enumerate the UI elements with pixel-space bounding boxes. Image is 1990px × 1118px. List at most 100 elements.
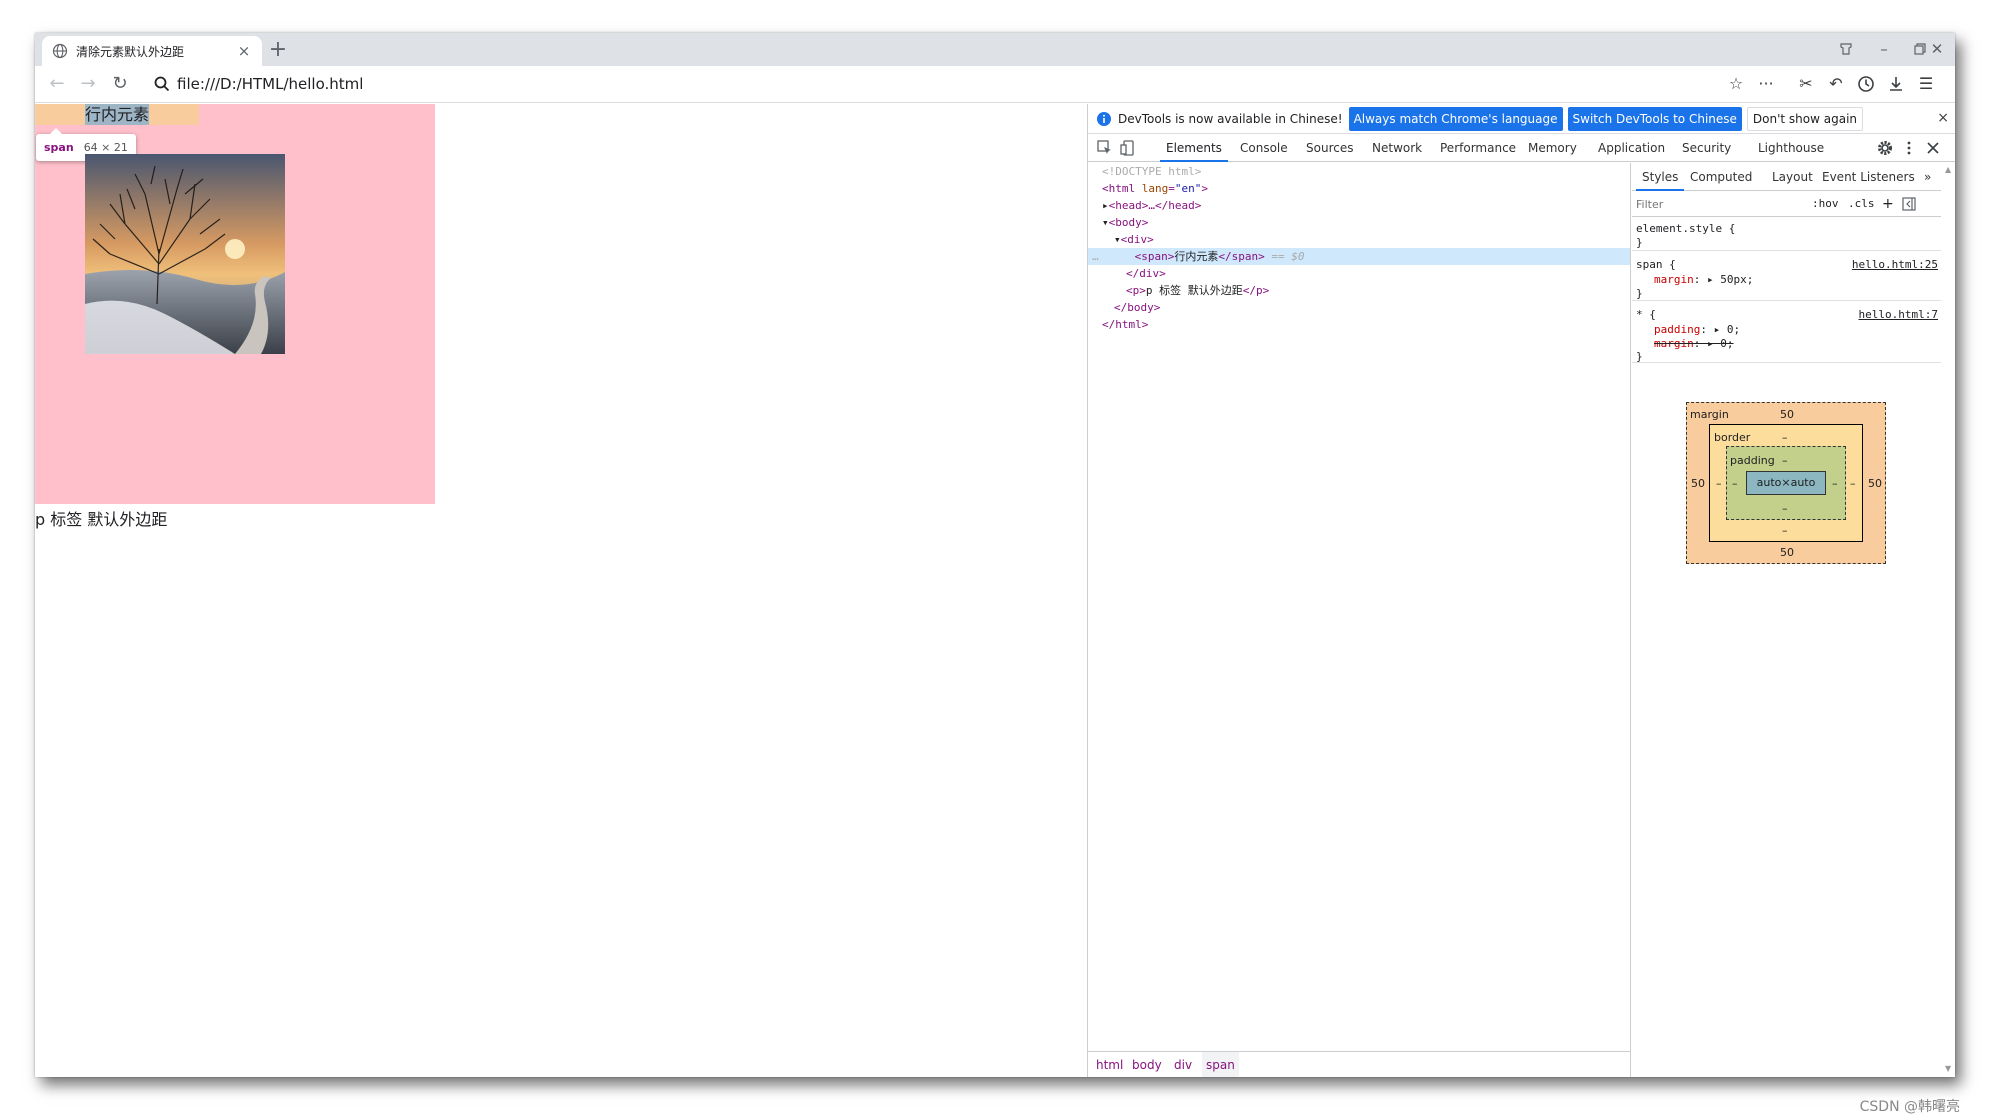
styles-scrollbar[interactable]: ▲ ▼ — [1941, 163, 1955, 1077]
dom-span-selected[interactable]: … <span>行内元素</span> == $0 — [1088, 248, 1630, 265]
hov-toggle[interactable]: :hov — [1812, 191, 1839, 217]
menu-icon[interactable]: ☰ — [1915, 73, 1937, 95]
new-tab-button[interactable]: + — [265, 38, 291, 62]
tab-application[interactable]: Application — [1598, 134, 1665, 162]
dom-div-close[interactable]: </div> — [1088, 265, 1630, 282]
dom-paragraph[interactable]: <p>p 标签 默认外边距</p> — [1088, 282, 1630, 299]
devtools-panel: DevTools is now available in Chinese! Al… — [1087, 104, 1955, 1077]
close-tab-icon[interactable]: × — [236, 42, 252, 60]
star-rule-selector: * { — [1636, 308, 1656, 321]
tab-title: 清除元素默认外边距 — [76, 44, 185, 59]
padding-bottom-value[interactable]: – — [1782, 502, 1788, 515]
scroll-down-icon[interactable]: ▼ — [1945, 1064, 1951, 1073]
scroll-up-icon[interactable]: ▲ — [1945, 165, 1951, 174]
star-rule-source-link[interactable]: hello.html:7 — [1859, 307, 1938, 322]
dom-html-close[interactable]: </html> — [1088, 316, 1630, 333]
border-bottom-value[interactable]: – — [1782, 524, 1788, 537]
close-window-icon[interactable]: ✕ — [1923, 37, 1951, 61]
new-rule-button[interactable]: + — [1882, 191, 1894, 217]
settings-gear-icon[interactable] — [1876, 139, 1894, 157]
subtab-more[interactable]: » — [1924, 163, 1931, 191]
dom-html-open[interactable]: <html lang="en"> — [1088, 180, 1630, 197]
dom-body-close[interactable]: </body> — [1088, 299, 1630, 316]
padding-right-value[interactable]: – — [1832, 477, 1838, 490]
tab-lighthouse[interactable]: Lighthouse — [1758, 134, 1824, 162]
border-top-value[interactable]: – — [1782, 431, 1788, 444]
undo-icon[interactable]: ↶ — [1825, 73, 1847, 95]
more-vert-icon[interactable] — [1900, 139, 1918, 157]
tab-performance[interactable]: Performance — [1440, 134, 1516, 162]
breadcrumb-html[interactable]: html — [1094, 1052, 1125, 1077]
margin-bottom-value[interactable]: 50 — [1780, 546, 1794, 559]
tab-console[interactable]: Console — [1240, 134, 1288, 162]
padding-left-value[interactable]: – — [1732, 477, 1738, 490]
language-infobar: DevTools is now available in Chinese! Al… — [1088, 104, 1955, 134]
match-language-button[interactable]: Always match Chrome's language — [1348, 106, 1563, 131]
tab-network[interactable]: Network — [1372, 134, 1422, 162]
inspect-element-icon[interactable] — [1096, 139, 1114, 157]
border-right-value[interactable]: – — [1850, 477, 1856, 490]
element-style-close: } — [1636, 236, 1643, 249]
tab-elements[interactable]: Elements — [1160, 134, 1228, 162]
rule-span: span { hello.html:25 margin: ▸ 50px; } — [1632, 253, 1942, 301]
rule-element-style: element.style { } — [1632, 219, 1942, 251]
device-toolbar-icon[interactable] — [1120, 139, 1138, 157]
tab-search-icon[interactable] — [1832, 37, 1860, 61]
back-icon[interactable]: ← — [45, 72, 69, 96]
address-bar[interactable]: file:///D:/HTML/hello.html — [177, 75, 363, 93]
styles-pane: Styles Computed Layout Event Listeners »… — [1632, 163, 1955, 1077]
border-left-value[interactable]: – — [1716, 477, 1722, 490]
span-rule-source-link[interactable]: hello.html:25 — [1852, 257, 1938, 272]
close-devtools-icon[interactable] — [1924, 139, 1942, 157]
span-rule-selector: span { — [1636, 258, 1676, 271]
padding-label: padding — [1730, 454, 1775, 467]
reload-icon[interactable]: ↻ — [108, 72, 132, 96]
browser-tab[interactable]: 清除元素默认外边距 × — [42, 36, 262, 66]
tab-memory[interactable]: Memory — [1528, 134, 1577, 162]
subtab-layout[interactable]: Layout — [1772, 163, 1813, 191]
subtab-computed[interactable]: Computed — [1690, 163, 1752, 191]
browser-window: 清除元素默认外边距 × + – ✕ ← → ↻ file:///D:/HTML/… — [35, 33, 1955, 1077]
scissors-icon[interactable]: ✂ — [1795, 73, 1817, 95]
cls-toggle[interactable]: .cls — [1848, 191, 1875, 217]
margin-right-value[interactable]: 50 — [1868, 477, 1882, 490]
elements-tree: <!DOCTYPE html> <html lang="en"> ▸<head>… — [1088, 163, 1631, 1077]
box-content[interactable]: auto×auto — [1746, 471, 1826, 495]
download-icon[interactable] — [1885, 73, 1907, 95]
styles-subtabs: Styles Computed Layout Event Listeners » — [1632, 163, 1955, 191]
star-rule-close: } — [1636, 350, 1643, 363]
breadcrumb-body[interactable]: body — [1130, 1052, 1164, 1077]
dom-doctype[interactable]: <!DOCTYPE html> — [1088, 163, 1630, 180]
subtab-styles[interactable]: Styles — [1636, 163, 1685, 191]
styles-filter-input[interactable] — [1636, 194, 1806, 214]
dom-div-open[interactable]: ▾<div> — [1088, 231, 1630, 248]
padding-top-value[interactable]: – — [1782, 454, 1788, 467]
minimize-icon[interactable]: – — [1870, 37, 1898, 61]
forward-icon[interactable]: → — [76, 72, 100, 96]
tree-photo — [85, 154, 285, 354]
infobar-close-icon[interactable]: × — [1937, 110, 1949, 126]
breadcrumb-div[interactable]: div — [1172, 1052, 1194, 1077]
bookmark-star-icon[interactable]: ☆ — [1725, 73, 1747, 95]
box-model: margin 50 50 50 50 border – – – – paddin… — [1686, 402, 1886, 564]
dom-head[interactable]: ▸<head>…</head> — [1088, 197, 1630, 214]
margin-top-value[interactable]: 50 — [1780, 408, 1794, 421]
more-dots-icon[interactable]: ··· — [1755, 73, 1777, 95]
history-icon[interactable] — [1855, 73, 1877, 95]
tooltip-size: 64 × 21 — [83, 141, 128, 154]
margin-left-value[interactable]: 50 — [1691, 477, 1705, 490]
dont-show-again-button[interactable]: Don't show again — [1746, 106, 1864, 131]
tab-sources[interactable]: Sources — [1306, 134, 1353, 162]
span-rule-margin[interactable]: margin: ▸ 50px; — [1654, 272, 1753, 287]
tooltip-tag: span — [44, 141, 74, 154]
subtab-event-listeners[interactable]: Event Listeners — [1822, 163, 1915, 191]
switch-language-button[interactable]: Switch DevTools to Chinese — [1567, 106, 1742, 131]
breadcrumb-span[interactable]: span — [1202, 1052, 1239, 1077]
toggle-sidebar-icon[interactable] — [1902, 197, 1916, 211]
star-rule-margin-overridden[interactable]: margin: ▸ 0; — [1654, 336, 1734, 351]
styles-filter-row: :hov .cls + — [1632, 191, 1955, 217]
browser-toolbar: ← → ↻ file:///D:/HTML/hello.html ☆ ··· ✂… — [35, 66, 1955, 103]
tab-security[interactable]: Security — [1682, 134, 1731, 162]
star-rule-padding[interactable]: padding: ▸ 0; — [1654, 322, 1740, 337]
dom-body-open[interactable]: ▾<body> — [1088, 214, 1630, 231]
